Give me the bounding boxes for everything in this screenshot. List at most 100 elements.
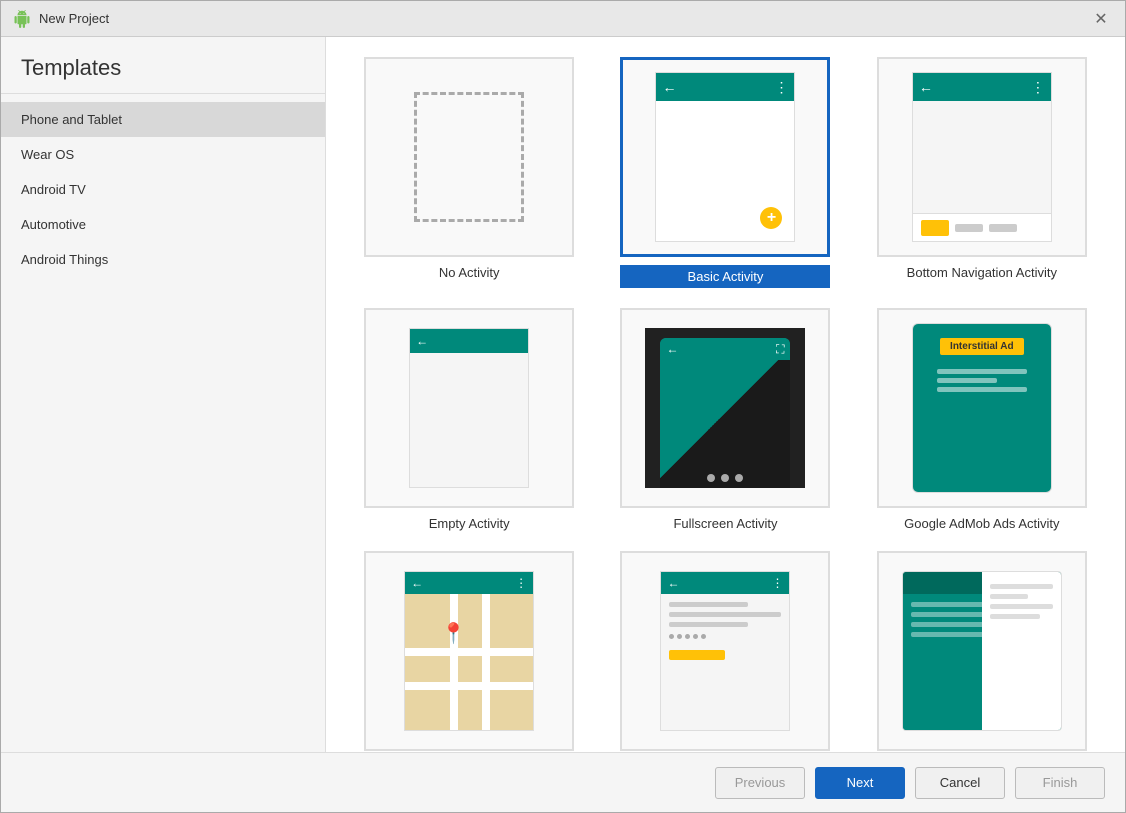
detail-line-4 bbox=[990, 614, 1040, 619]
login-topbar: ← ⋮ bbox=[661, 572, 789, 594]
login-menu-icon: ⋮ bbox=[771, 576, 783, 590]
master-detail-thumb-container bbox=[877, 551, 1087, 751]
main-area: No Activity ← ⋮ + Basic bbox=[326, 37, 1125, 752]
sidebar-header: Templates bbox=[1, 37, 325, 94]
login-back-icon: ← bbox=[667, 576, 679, 590]
template-admob[interactable]: Interstitial Ad Google AdMob Ads Activit… bbox=[869, 308, 1095, 531]
basic-activity-thumb: ← ⋮ + bbox=[620, 57, 830, 257]
close-button[interactable]: ✕ bbox=[1089, 7, 1113, 31]
ea-topbar: ← bbox=[410, 329, 528, 353]
fs-screen: ← ⛶ bbox=[660, 338, 790, 488]
basic-activity-label: Basic Activity bbox=[620, 265, 830, 288]
sidebar-item-automotive[interactable]: Automotive bbox=[1, 207, 325, 242]
bottom-nav-thumb-container: ← ⋮ bbox=[877, 57, 1087, 257]
login-dots bbox=[669, 634, 781, 639]
title-text: New Project bbox=[39, 11, 109, 26]
ba-menu-icon: ⋮ bbox=[774, 79, 788, 96]
bn-tab-active bbox=[921, 220, 949, 236]
title-bar-left: New Project bbox=[13, 10, 109, 28]
login-btn bbox=[669, 650, 725, 660]
login-dot-4 bbox=[693, 634, 698, 639]
bn-body bbox=[913, 101, 1051, 213]
ea-body bbox=[410, 353, 528, 487]
login-line-1 bbox=[669, 602, 747, 607]
detail-line-1 bbox=[990, 584, 1053, 589]
dialog: New Project ✕ Templates Phone and Tablet… bbox=[0, 0, 1126, 813]
finish-button[interactable]: Finish bbox=[1015, 767, 1105, 799]
admob-badge: Interstitial Ad bbox=[940, 338, 1024, 355]
sidebar-item-phone-tablet[interactable]: Phone and Tablet bbox=[1, 102, 325, 137]
bn-tab-2 bbox=[989, 224, 1017, 232]
empty-activity-label: Empty Activity bbox=[429, 516, 510, 531]
admob-lines bbox=[937, 365, 1027, 396]
template-maps[interactable]: ← ⋮ 📍 Google Maps Ac bbox=[356, 551, 582, 752]
cancel-button[interactable]: Cancel bbox=[915, 767, 1005, 799]
maps-road-v-2 bbox=[482, 594, 490, 730]
template-basic-activity[interactable]: ← ⋮ + Basic Activity bbox=[612, 57, 838, 288]
login-preview: ← ⋮ bbox=[660, 571, 790, 731]
login-body bbox=[661, 594, 789, 730]
login-line-2 bbox=[669, 612, 781, 617]
template-fullscreen[interactable]: ← ⛶ bbox=[612, 308, 838, 531]
fullscreen-preview: ← ⛶ bbox=[645, 328, 805, 488]
detail-line-2 bbox=[990, 594, 1028, 599]
detail-line-3 bbox=[990, 604, 1053, 609]
templates-grid: No Activity ← ⋮ + Basic bbox=[326, 37, 1125, 752]
sidebar-item-wear-os[interactable]: Wear OS bbox=[1, 137, 325, 172]
template-bottom-nav[interactable]: ← ⋮ Bottom Navigation Activity bbox=[869, 57, 1095, 288]
maps-menu-icon: ⋮ bbox=[515, 576, 527, 590]
sidebar-item-android-things[interactable]: Android Things bbox=[1, 242, 325, 277]
bottom-nav-label: Bottom Navigation Activity bbox=[907, 265, 1057, 280]
fs-circle-2 bbox=[721, 474, 729, 482]
basic-activity-preview: ← ⋮ + bbox=[655, 72, 795, 242]
admob-line-3 bbox=[937, 387, 1027, 392]
maps-pin: 📍 bbox=[441, 621, 466, 646]
bn-tab-1 bbox=[955, 224, 983, 232]
maps-body: 📍 bbox=[405, 594, 533, 730]
no-activity-placeholder bbox=[414, 92, 524, 222]
maps-preview: ← ⋮ 📍 bbox=[404, 571, 534, 731]
fs-phone: ← ⛶ bbox=[660, 338, 790, 488]
bn-topbar: ← ⋮ bbox=[913, 73, 1051, 101]
fs-bottom bbox=[707, 474, 743, 482]
footer: Previous Next Cancel Finish bbox=[1, 752, 1125, 812]
maps-road-h-2 bbox=[405, 682, 533, 690]
template-login[interactable]: ← ⋮ bbox=[612, 551, 838, 752]
bn-menu-icon: ⋮ bbox=[1031, 79, 1045, 96]
sidebar-item-android-tv[interactable]: Android TV bbox=[1, 172, 325, 207]
template-no-activity[interactable]: No Activity bbox=[356, 57, 582, 288]
login-line-3 bbox=[669, 622, 747, 627]
fs-topbar: ← ⛶ bbox=[660, 338, 790, 360]
empty-activity-preview: ← bbox=[409, 328, 529, 488]
android-icon bbox=[13, 10, 31, 28]
login-dot-3 bbox=[685, 634, 690, 639]
fullscreen-thumb-container: ← ⛶ bbox=[620, 308, 830, 508]
bn-bottombar bbox=[913, 213, 1051, 241]
admob-line-2 bbox=[937, 378, 997, 383]
ba-fab: + bbox=[760, 207, 782, 229]
fs-expand-icon: ⛶ bbox=[776, 342, 784, 357]
login-thumb-container: ← ⋮ bbox=[620, 551, 830, 751]
bottom-nav-preview: ← ⋮ bbox=[912, 72, 1052, 242]
maps-road-h-1 bbox=[405, 648, 533, 656]
bn-back-icon: ← bbox=[919, 79, 933, 95]
fullscreen-label: Fullscreen Activity bbox=[673, 516, 777, 531]
next-button[interactable]: Next bbox=[815, 767, 905, 799]
empty-activity-thumb-container: ← bbox=[364, 308, 574, 508]
master-detail-area bbox=[982, 572, 1061, 730]
admob-label: Google AdMob Ads Activity bbox=[904, 516, 1059, 531]
no-activity-thumb bbox=[364, 57, 574, 257]
template-master-detail[interactable]: Master/Detail Flow bbox=[869, 551, 1095, 752]
admob-preview: Interstitial Ad bbox=[912, 323, 1052, 493]
maps-road-v-1 bbox=[450, 594, 458, 730]
template-empty-activity[interactable]: ← Empty Activity bbox=[356, 308, 582, 531]
login-dot-1 bbox=[669, 634, 674, 639]
admob-line-1 bbox=[937, 369, 1027, 374]
ba-topbar: ← ⋮ bbox=[656, 73, 794, 101]
previous-button[interactable]: Previous bbox=[715, 767, 805, 799]
sidebar: Templates Phone and Tablet Wear OS Andro… bbox=[1, 37, 326, 752]
title-bar: New Project ✕ bbox=[1, 1, 1125, 37]
maps-back-icon: ← bbox=[411, 576, 423, 590]
sidebar-items: Phone and Tablet Wear OS Android TV Auto… bbox=[1, 94, 325, 285]
ba-back-icon: ← bbox=[662, 79, 676, 95]
